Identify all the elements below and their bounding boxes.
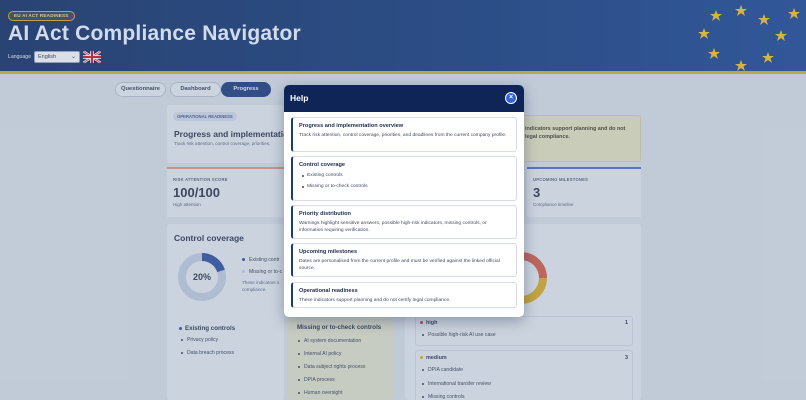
help-modal: Help × Progress and implementation overv… — [284, 85, 524, 317]
help-section-priority: Priority distribution Warnings highlight… — [291, 205, 517, 239]
help-section-control-coverage: Control coverage Existing controls Missi… — [291, 156, 517, 201]
help-section-readiness: Operational readiness These indicators s… — [291, 282, 517, 308]
section-title: Priority distribution — [299, 211, 351, 217]
close-button[interactable]: × — [505, 92, 517, 104]
modal-title: Help — [290, 93, 309, 103]
list-item: Missing or to-check controls — [299, 184, 510, 190]
section-title: Control coverage — [299, 162, 346, 168]
section-title: Progress and implementation overview — [299, 123, 404, 129]
section-body: Track risk attention, control coverage, … — [299, 133, 507, 138]
section-body: These indicators support planning and do… — [299, 298, 451, 303]
section-body: Dates are personalised from the current … — [299, 259, 500, 271]
section-title: Operational readiness — [299, 288, 358, 294]
close-icon: × — [508, 94, 514, 101]
help-section-milestones: Upcoming milestones Dates are personalis… — [291, 243, 517, 277]
list-item: Existing controls — [299, 173, 510, 179]
section-body: Warnings highlight sensitive answers, po… — [299, 221, 487, 233]
section-title: Upcoming milestones — [299, 249, 358, 255]
modal-header: Help × — [284, 85, 524, 112]
help-section-overview: Progress and implementation overview Tra… — [291, 117, 517, 152]
